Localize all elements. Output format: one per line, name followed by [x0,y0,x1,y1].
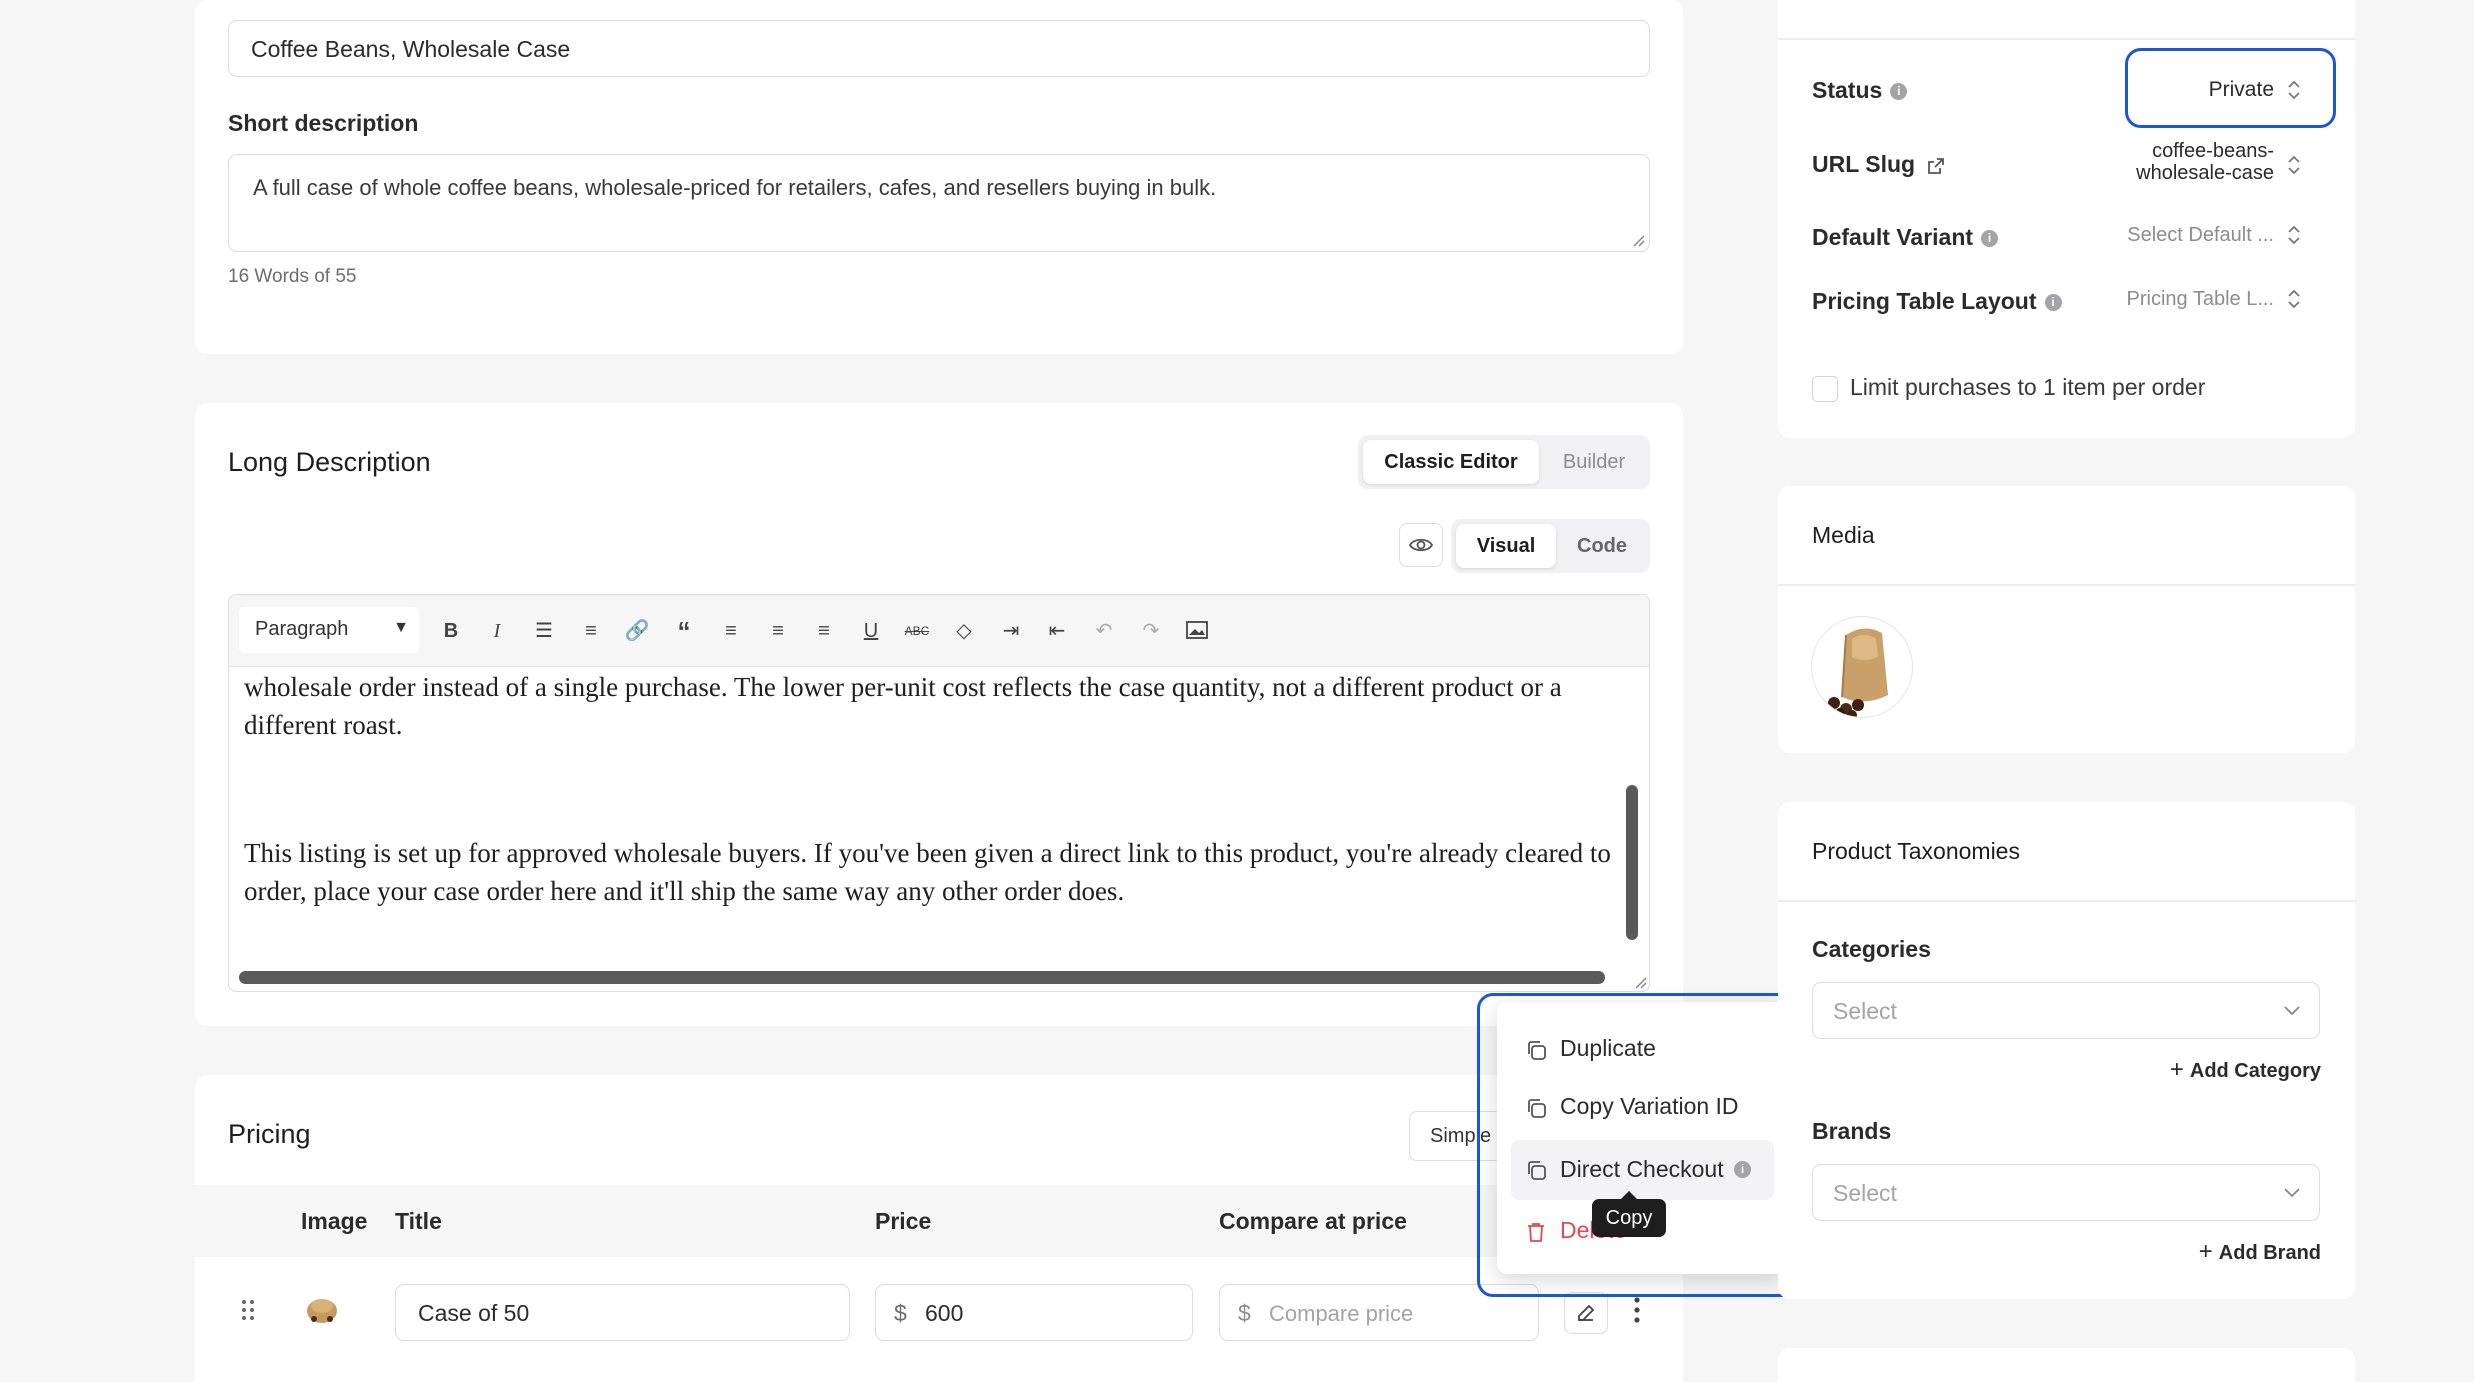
default-variant-select[interactable]: Select Default ... [2098,208,2318,262]
caret-down-icon: ▼ [393,619,409,636]
url-slug-label: URL Slug [1812,151,1945,178]
editor-paragraph-2: This listing is set up for approved whol… [244,838,1611,906]
media-card: Media [1778,486,2355,753]
categories-select[interactable]: Select [1812,982,2320,1039]
plus-icon: + [2169,1056,2184,1083]
classic-editor-tab[interactable]: Classic Editor [1363,440,1539,484]
column-compare-price: Compare at price [1219,1208,1407,1234]
resize-handle-icon[interactable] [1631,233,1645,247]
chevron-down-icon [2284,1006,2300,1016]
redo-icon[interactable]: ↷ [1129,595,1173,667]
code-tab[interactable]: Code [1559,524,1645,568]
long-description-card: Long Description Classic Editor Builder … [195,403,1683,1026]
taxonomies-divider [1778,900,2355,902]
drag-handle-icon[interactable] [241,1299,255,1321]
context-menu-highlight [1477,993,1820,1297]
taxonomies-heading: Product Taxonomies [1812,838,2020,864]
word-count: 16 Words of 55 [228,266,357,287]
blockquote-icon[interactable]: “ [662,595,706,667]
short-description-label: Short description [228,110,419,136]
info-icon: i [1981,230,1999,248]
limit-purchases-checkbox[interactable] [1812,376,1838,402]
paragraph-format-select[interactable]: Paragraph ▼ [239,607,419,653]
external-link-icon[interactable] [1927,157,1945,175]
limit-purchases-label: Limit purchases to 1 item per order [1850,374,2206,400]
underline-icon[interactable]: U [849,595,893,667]
italic-icon[interactable]: I [475,595,519,667]
brands-label: Brands [1812,1118,1892,1144]
pricing-heading: Pricing [228,1119,311,1149]
editor-resize-icon[interactable] [1633,975,1647,989]
indent-icon[interactable]: ⇥ [989,595,1033,667]
product-title-value: Coffee Beans, Wholesale Case [251,36,571,62]
numbered-list-icon[interactable]: ≡ [569,595,613,667]
pricing-table-layout-select[interactable]: Pricing Table L... [2098,272,2318,326]
editor-paragraph-1: wholesale order instead of a single purc… [244,672,1562,740]
chevron-down-icon [2284,1188,2300,1198]
variant-thumbnail[interactable] [304,1291,340,1327]
default-variant-label: Default Variant i [1812,224,1999,251]
clear-format-icon[interactable]: ◇ [942,595,986,667]
add-category-button[interactable]: + Add Category [2170,1056,2321,1084]
preview-button[interactable] [1399,523,1443,567]
media-heading: Media [1812,522,1875,548]
align-center-icon[interactable]: ≡ [756,595,800,667]
add-brand-button[interactable]: + Add Brand [2199,1238,2321,1266]
builder-tab[interactable]: Builder [1543,440,1645,484]
long-description-heading: Long Description [228,447,431,477]
align-right-icon[interactable]: ≡ [802,595,846,667]
pencil-icon [1578,1304,1595,1321]
eye-icon [1409,538,1433,552]
product-title-input[interactable]: Coffee Beans, Wholesale Case [228,20,1650,77]
undo-icon[interactable]: ↶ [1082,595,1126,667]
link-icon[interactable]: 🔗 [615,595,659,667]
column-price: Price [875,1208,932,1234]
editor-horizontal-scrollbar[interactable] [239,971,1605,984]
updown-chevron-icon [2288,155,2300,175]
categories-label: Categories [1812,936,1931,962]
table-row: Case of 50 $ 600 $ Compare price [195,1257,1683,1367]
taxonomies-card: Product Taxonomies Categories Select + Ad… [1778,802,2355,1299]
editor-content[interactable]: wholesale order instead of a single purc… [229,667,1629,963]
outdent-icon[interactable]: ⇤ [1035,595,1079,667]
edit-variant-button[interactable] [1564,1292,1608,1334]
bold-icon[interactable]: B [429,595,473,667]
align-left-icon[interactable]: ≡ [709,595,753,667]
more-actions-icon[interactable] [1629,1295,1645,1325]
settings-divider [1778,38,2355,40]
editor-toolbar: Paragraph ▼ B I ☰ ≡ 🔗 “ ≡ ≡ ≡ U ABC ◇ ⇥ … [229,595,1649,667]
visual-tab[interactable]: Visual [1456,524,1556,568]
media-divider [1778,584,2355,586]
variant-price-input[interactable]: $ 600 [875,1284,1193,1341]
info-icon: i [1890,83,1908,101]
url-slug-select[interactable]: coffee-beans- wholesale-case [2098,138,2318,200]
column-image: Image [301,1208,368,1234]
short-description-value: A full case of whole coffee beans, whole… [253,175,1217,200]
pricing-table-layout-label: Pricing Table Layout i [1812,288,2062,315]
info-icon: i [2044,294,2062,312]
status-highlight [2125,48,2336,128]
rich-text-editor: Paragraph ▼ B I ☰ ≡ 🔗 “ ≡ ≡ ≡ U ABC ◇ ⇥ … [228,594,1650,992]
editor-mode-toggle: Classic Editor Builder [1358,435,1650,489]
product-info-card: Coffee Beans, Wholesale Case Short descr… [195,0,1683,354]
media-thumbnail[interactable] [1811,616,1913,718]
updown-chevron-icon [2288,289,2300,309]
image-icon[interactable] [1175,595,1219,667]
brands-select[interactable]: Select [1812,1164,2320,1221]
column-title: Title [395,1208,442,1234]
strikethrough-icon[interactable]: ABC [895,595,939,667]
editor-vertical-scrollbar[interactable] [1626,785,1638,940]
next-sidebar-card [1778,1348,2355,1382]
status-label: Status i [1812,77,1908,104]
view-mode-toggle: Visual Code [1451,519,1650,573]
bullet-list-icon[interactable]: ☰ [522,595,566,667]
short-description-textarea[interactable]: A full case of whole coffee beans, whole… [228,154,1650,252]
plus-icon: + [2198,1238,2213,1265]
updown-chevron-icon [2288,225,2300,245]
variant-title-input[interactable]: Case of 50 [395,1284,850,1341]
